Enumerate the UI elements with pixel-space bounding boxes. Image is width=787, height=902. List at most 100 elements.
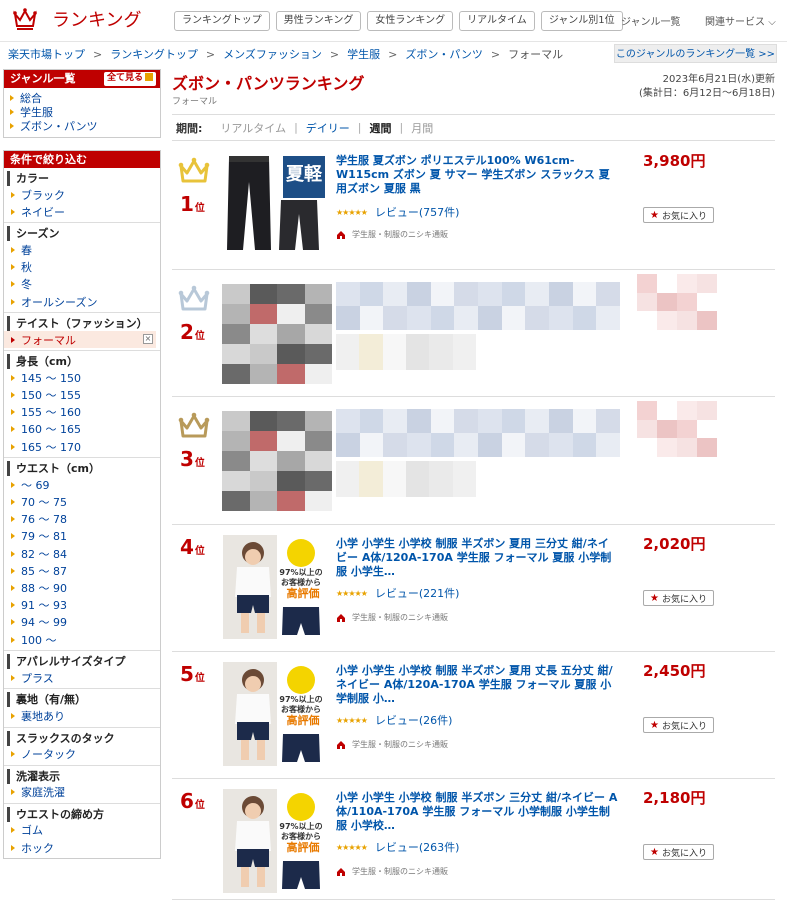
filter-option[interactable]: 85 ～ 87	[4, 562, 160, 579]
period-range: (集計日：6月12日～6月18日)	[639, 88, 775, 99]
arrow-right-icon	[11, 374, 15, 381]
shop-link[interactable]: 学生服・制服のニシキ通販	[336, 612, 448, 623]
breadcrumb-item[interactable]: メンズファッション	[223, 46, 322, 62]
product-image[interactable]: 97%以上の お客様から 高評価	[223, 535, 327, 639]
filter-option[interactable]: 91 ～ 93	[4, 597, 160, 614]
shop-link[interactable]: 学生服・制服のニシキ通販	[336, 866, 448, 877]
genre-item[interactable]: 総合	[10, 91, 160, 105]
arrow-right-icon	[11, 208, 15, 215]
filter-option-label: プラス	[21, 671, 54, 685]
breadcrumb-item[interactable]: ランキングトップ	[110, 46, 198, 62]
filter-option[interactable]: 79 ～ 81	[4, 528, 160, 545]
related-services-menu[interactable]: 関連サービス ⌵	[705, 13, 776, 28]
breadcrumb: 楽天市場トップ > ランキングトップ > メンズファッション > 学生服 > ズボン・パ…	[8, 46, 564, 62]
filter-option[interactable]: 70 ～ 75	[4, 493, 160, 510]
svg-text:お客様から: お客様から	[281, 831, 321, 841]
filter-option[interactable]: ゴム	[4, 822, 160, 839]
filter-option[interactable]: 88 ～ 90	[4, 579, 160, 596]
filter-option[interactable]: 春	[4, 241, 160, 258]
shop-link[interactable]: 学生服・制服のニシキ通販	[336, 739, 448, 750]
filter-option[interactable]: 94 ～ 99	[4, 614, 160, 631]
filter-option[interactable]: オールシーズン	[4, 293, 160, 310]
filter-option[interactable]: 150 ～ 155	[4, 387, 160, 404]
review-count-link[interactable]: レビュー(263件)	[375, 839, 460, 855]
ranking-item: 5位 97%以上の お客様から 高評価 小学 小学生 小学校 制服 半ズボン 夏用 丈長…	[172, 652, 775, 779]
ranking-item: 1位 夏軽 学生服 夏ズボン ポリエステル100% W61cm-W115cm ズボン…	[172, 142, 775, 270]
filter-option[interactable]: フォーマル ×	[4, 331, 156, 349]
filter-option[interactable]: 裏地あり	[4, 707, 160, 724]
filter-option[interactable]: 145 ～ 150	[4, 369, 160, 386]
see-all-button[interactable]: 全て見る	[103, 72, 156, 86]
filter-option-label: 82 ～ 84	[21, 547, 67, 561]
nav-realtime[interactable]: リアルタイム	[459, 11, 535, 31]
clear-filter-icon[interactable]: ×	[143, 334, 153, 345]
filter-option-label: 94 ～ 99	[21, 616, 67, 630]
add-favorite-button[interactable]: ★ お気に入り	[643, 590, 714, 606]
product-title[interactable]: 小学 小学生 小学校 制服 半ズボン 三分丈 紺/ネイビー A体/110A-17…	[336, 791, 618, 833]
arrow-right-icon	[11, 550, 15, 557]
filter-option[interactable]: ノータック	[4, 746, 160, 763]
review-count-link[interactable]: レビュー(757件)	[375, 204, 460, 220]
nav-female-ranking[interactable]: 女性ランキング	[367, 11, 454, 31]
review-count-link[interactable]: レビュー(26件)	[375, 712, 453, 728]
filter-option[interactable]: プラス	[4, 669, 160, 686]
genre-ranking-list-link[interactable]: このジャンルのランキング一覧 >>	[614, 44, 777, 63]
filter-section-title: ウエストの締め方	[7, 806, 160, 822]
genre-item[interactable]: 学生服	[10, 105, 160, 119]
filter-option[interactable]: 160 ～ 165	[4, 421, 160, 438]
filter-option[interactable]: 165 ～ 170	[4, 438, 160, 455]
breadcrumb-current: フォーマル	[508, 48, 564, 61]
logo-text: ランキング	[52, 10, 142, 31]
product-price: 2,450円	[643, 662, 706, 680]
see-all-label: 全て見る	[106, 73, 143, 83]
shop-name: 学生服・制服のニシキ通販	[352, 230, 448, 239]
star-icon: ★	[650, 719, 659, 731]
add-favorite-button[interactable]: ★ お気に入り	[643, 207, 714, 223]
product-title[interactable]: 小学 小学生 小学校 制服 半ズボン 夏用 丈長 五分丈 紺/ネイビー A体/1…	[336, 664, 618, 706]
blurred-content	[222, 284, 332, 384]
filter-section: 洗濯表示 家庭洗濯	[4, 766, 160, 804]
review-count-link[interactable]: レビュー(221件)	[375, 585, 460, 601]
product-title[interactable]: 小学 小学生 小学校 制服 半ズボン 夏用 三分丈 紺/ネイビー A体/120A…	[336, 537, 618, 579]
nav-ranking-top[interactable]: ランキングトップ	[174, 11, 270, 31]
filter-option[interactable]: 155 ～ 160	[4, 404, 160, 421]
favorite-label: お気に入り	[661, 211, 707, 222]
nav-genre-first[interactable]: ジャンル別1位	[540, 11, 623, 31]
filter-option[interactable]: 76 ～ 78	[4, 511, 160, 528]
filter-option[interactable]: ブラック	[4, 186, 160, 203]
product-image[interactable]: 97%以上の お客様から 高評価	[223, 789, 327, 893]
tab-realtime[interactable]: リアルタイム	[220, 120, 286, 136]
rank-value: 1	[180, 192, 194, 216]
filter-section-title: 裏地（有/無）	[7, 692, 160, 708]
breadcrumb-item[interactable]: 楽天市場トップ	[8, 46, 85, 62]
product-price: 3,980円	[643, 152, 706, 170]
rank-suffix: 位	[194, 458, 205, 469]
filter-option[interactable]: 冬	[4, 276, 160, 293]
filter-option[interactable]: ～ 69	[4, 476, 160, 493]
genre-item[interactable]: ズボン・パンツ	[10, 119, 160, 133]
breadcrumb-item[interactable]: ズボン・パンツ	[405, 46, 483, 62]
tab-daily[interactable]: デイリー	[306, 120, 350, 136]
filter-option[interactable]: ホック	[4, 839, 160, 856]
filter-option[interactable]: 82 ～ 84	[4, 545, 160, 562]
filter-section-title: 身長（cm）	[7, 354, 160, 370]
arrow-right-icon	[11, 336, 15, 343]
tab-monthly[interactable]: 月間	[411, 120, 433, 136]
arrow-right-icon	[11, 567, 15, 574]
filter-option[interactable]: 秋	[4, 259, 160, 276]
add-favorite-button[interactable]: ★ お気に入り	[643, 844, 714, 860]
product-image[interactable]: 夏軽	[223, 152, 327, 256]
filter-option[interactable]: ネイビー	[4, 203, 160, 220]
ranking-logo[interactable]: ランキング	[12, 6, 141, 32]
genre-list-link[interactable]: ジャンル一覧	[621, 13, 681, 28]
product-title[interactable]: 学生服 夏ズボン ポリエステル100% W61cm-W115cm ズボン 夏 サ…	[336, 154, 618, 196]
star-rating-icon: ★★★★★	[336, 207, 368, 217]
nav-male-ranking[interactable]: 男性ランキング	[275, 11, 362, 31]
product-image[interactable]: 97%以上の お客様から 高評価	[223, 662, 327, 766]
add-favorite-button[interactable]: ★ お気に入り	[643, 717, 714, 733]
arrow-right-icon	[11, 751, 15, 758]
filter-option[interactable]: 家庭洗濯	[4, 784, 160, 801]
shop-link[interactable]: 学生服・制服のニシキ通販	[336, 229, 448, 240]
breadcrumb-item[interactable]: 学生服	[347, 46, 380, 62]
filter-option[interactable]: 100 ～	[4, 631, 160, 648]
